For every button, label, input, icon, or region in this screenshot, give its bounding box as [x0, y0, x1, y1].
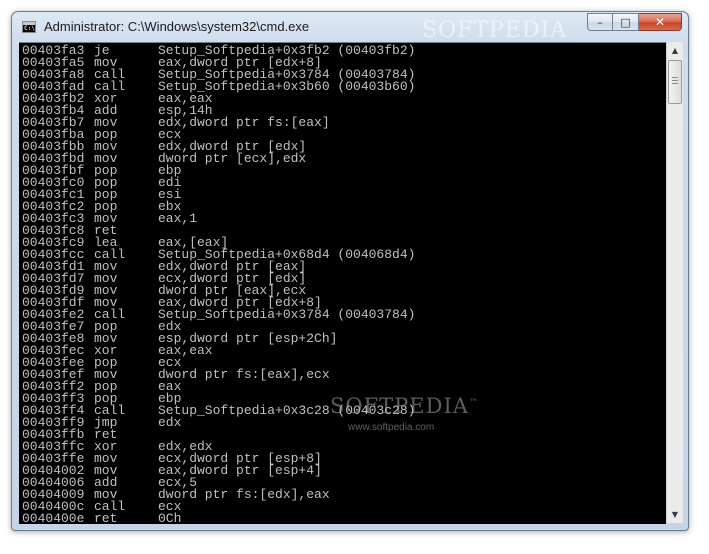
- scroll-thumb[interactable]: [668, 60, 682, 104]
- softpedia-watermark-url: www.softpedia.com: [348, 422, 435, 433]
- watermark-text: SOFTPEDIA: [330, 394, 469, 418]
- console-output[interactable]: 00403fa3 je Setup_Softpedia+0x3fb2 (00403f…: [19, 42, 666, 524]
- cmd-console-icon[interactable]: C:\: [22, 21, 36, 33]
- caption-buttons: – □ ✕: [587, 13, 682, 33]
- instruction-operands: edx,dword ptr fs:[eax]: [158, 115, 330, 130]
- instruction-operands: dword ptr fs:[eax],ecx: [158, 367, 330, 382]
- disassembly-lines: 00403fa3 je Setup_Softpedia+0x3fb2 (00403f…: [22, 44, 416, 524]
- instruction-operands: edx: [158, 415, 182, 430]
- title-bar[interactable]: C:\ Administrator: C:\Windows\system32\c…: [12, 12, 688, 43]
- scroll-up-arrow-icon: ▲: [671, 46, 679, 55]
- close-icon: ✕: [654, 15, 666, 29]
- cmd-icon-glyph: C:\: [24, 25, 35, 32]
- window-title: Administrator: C:\Windows\system32\cmd.e…: [44, 19, 310, 34]
- minimize-icon: –: [597, 15, 603, 29]
- console-line: 0040400e ret 0Ch: [22, 511, 415, 524]
- watermark-trademark: ™: [468, 398, 479, 408]
- scroll-up-button[interactable]: ▲: [667, 42, 683, 59]
- instruction-operands: dword ptr fs:[edx],eax: [158, 487, 330, 502]
- thumb-grip-icon: [672, 77, 678, 85]
- instruction-address: 0040400e: [22, 511, 85, 524]
- maximize-icon: □: [620, 15, 631, 29]
- cmd-window[interactable]: C:\ Administrator: C:\Windows\system32\c…: [11, 11, 689, 531]
- minimize-button[interactable]: –: [587, 13, 613, 31]
- instruction-operands: 0Ch: [158, 511, 182, 524]
- instruction-mnemonic: ret: [94, 511, 118, 524]
- scroll-down-arrow-icon: ▼: [671, 510, 679, 519]
- maximize-button[interactable]: □: [613, 13, 639, 31]
- close-button[interactable]: ✕: [639, 13, 682, 31]
- instruction-operands: Setup_Softpedia+0x3784 (00403784): [158, 307, 416, 322]
- scroll-down-button[interactable]: ▼: [667, 506, 683, 523]
- vertical-scrollbar[interactable]: ▲ ▼: [666, 42, 683, 523]
- instruction-operands: eax,1: [158, 211, 198, 226]
- softpedia-watermark: SOFTPEDIA™: [330, 394, 479, 418]
- watermark-title-overlay: SOFTPEDIA: [422, 18, 568, 43]
